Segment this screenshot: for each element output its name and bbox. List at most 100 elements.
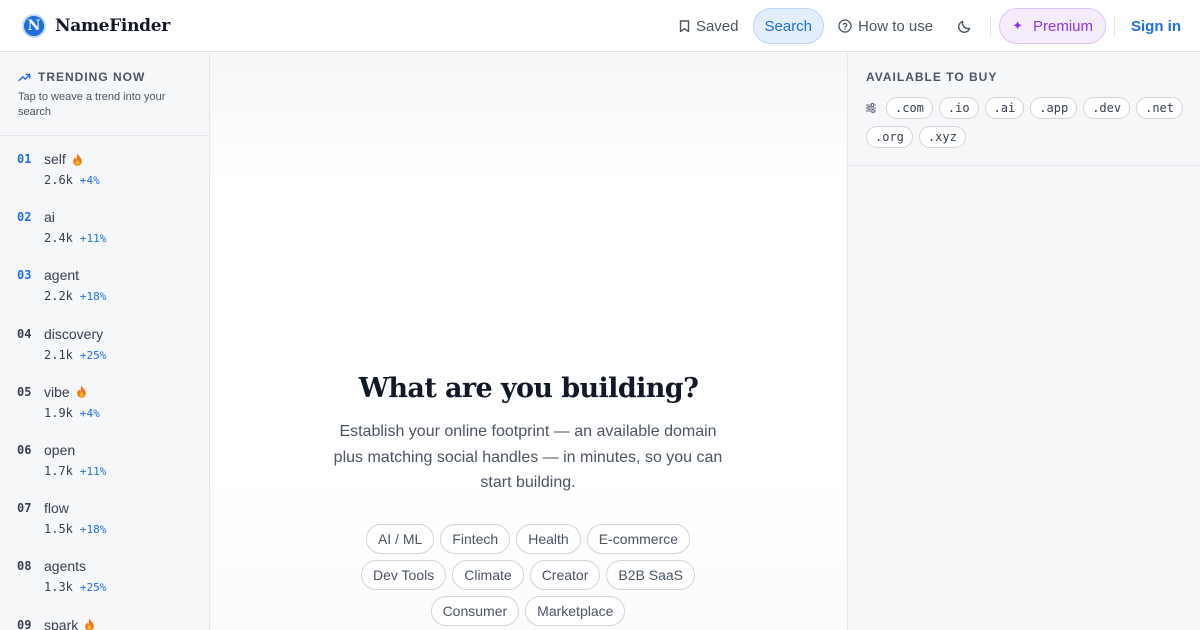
bookmark-icon — [679, 19, 690, 33]
category-chip[interactable]: Fintech — [440, 524, 511, 554]
category-chip[interactable]: Dev Tools — [361, 560, 447, 590]
trend-meta: 1.7k +11% — [44, 464, 106, 478]
trend-word-label: flow — [44, 500, 69, 517]
page-description: Establish your online footprint — an ava… — [333, 423, 723, 491]
nav-divider — [990, 15, 992, 37]
sparkle-icon: ✦ — [1012, 18, 1023, 33]
search-label: Search — [764, 17, 813, 35]
main-content: What are you building? Establish your on… — [210, 53, 847, 630]
trend-item[interactable]: 02 ai 2.4k +11% — [0, 194, 209, 252]
tld-chip[interactable]: .org — [866, 126, 913, 148]
saved-label: Saved — [695, 17, 739, 35]
top-header: N NameFinder Saved Search How to use ✦ P… — [0, 0, 1200, 52]
trend-rank: 01 — [17, 152, 32, 166]
trend-rank: 03 — [17, 268, 32, 283]
trend-meta: 1.9k +4% — [44, 406, 100, 420]
trend-word: discovery — [44, 326, 103, 342]
trend-count: 1.9k — [44, 405, 73, 420]
search-tab-button[interactable]: Search — [752, 8, 825, 44]
trend-word: agents — [44, 558, 86, 574]
trend-change: +25% — [79, 581, 107, 595]
brand-name: NameFinder — [55, 16, 170, 36]
trend-item[interactable]: 07 flow 1.5k +18% — [0, 485, 209, 543]
trend-rank: 06 — [17, 442, 32, 457]
trend-item[interactable]: 08 agents 1.3k +25% — [0, 543, 209, 601]
how-to-use-button[interactable]: How to use — [826, 8, 945, 44]
premium-button[interactable]: ✦ Premium — [999, 8, 1106, 44]
trend-word-label: self — [44, 151, 66, 167]
trending-subtitle: Tap to weave a trend into your search — [18, 91, 166, 118]
trend-rank: 09 — [17, 617, 32, 630]
trend-item[interactable]: 01 self 2.6k +4% — [0, 136, 209, 194]
trending-sidebar: TRENDING NOW Tap to weave a trend into y… — [0, 53, 210, 630]
trend-rank: 07 — [17, 501, 32, 516]
sign-in-label: Sign in — [1131, 17, 1181, 35]
tld-chip[interactable]: .xyz — [918, 126, 966, 148]
trend-rank: 02 — [17, 210, 32, 225]
trend-rank: 05 — [17, 384, 32, 399]
trend-item[interactable]: 05 vibe 1.9k +4% — [0, 369, 209, 427]
how-to-use-label: How to use — [858, 17, 934, 35]
trend-count: 1.7k — [44, 463, 73, 478]
tld-chip[interactable]: .net — [1136, 97, 1183, 119]
tld-chip[interactable]: .dev — [1083, 97, 1131, 119]
category-chip[interactable]: Creator — [529, 560, 601, 590]
category-chip[interactable]: AI / ML — [365, 524, 435, 554]
tld-chip[interactable]: .com — [886, 97, 933, 119]
tld-chip[interactable]: .io — [938, 97, 979, 119]
trend-item[interactable]: 04 discovery 2.1k +25% — [0, 311, 209, 369]
trend-change: +25% — [79, 348, 107, 362]
trending-up-icon — [18, 73, 31, 82]
category-chip[interactable]: Climate — [452, 560, 524, 590]
trend-rank: 04 — [17, 326, 32, 341]
trend-meta: 1.3k +25% — [44, 580, 106, 594]
tld-filter-list: .com .io .ai .app .dev .net .org .xyz — [866, 97, 1186, 148]
fire-icon — [72, 153, 83, 166]
available-title: AVAILABLE TO BUY — [866, 70, 998, 84]
sliders-icon[interactable] — [866, 103, 876, 113]
category-chip[interactable]: B2B SaaS — [606, 560, 695, 590]
trend-word-label: discovery — [44, 325, 104, 342]
trend-item[interactable]: 06 open 1.7k +11% — [0, 427, 209, 485]
trend-change: +11% — [79, 232, 107, 246]
trend-count: 2.6k — [44, 173, 73, 187]
moon-icon — [957, 19, 972, 34]
help-circle-icon — [838, 19, 852, 33]
trend-meta: 1.5k +18% — [44, 522, 106, 536]
category-chip[interactable]: Consumer — [430, 596, 520, 626]
trend-count: 1.3k — [44, 580, 73, 595]
trend-count: 1.5k — [44, 522, 73, 537]
trend-item[interactable]: 03 agent 2.2k +18% — [0, 252, 209, 310]
tld-chip[interactable]: .ai — [984, 97, 1025, 119]
available-panel: AVAILABLE TO BUY .com .io .ai .app .dev .net.… — [847, 53, 1200, 630]
trend-word-label: vibe — [44, 383, 70, 400]
trend-change: +4% — [79, 174, 100, 187]
fire-icon — [76, 385, 87, 398]
theme-toggle-button[interactable] — [947, 8, 982, 44]
category-chip[interactable]: E-commerce — [586, 524, 691, 554]
trend-word: self — [44, 151, 83, 167]
premium-label: Premium — [1032, 17, 1093, 35]
trend-word-label: agent — [44, 267, 80, 284]
tld-chip[interactable]: .app — [1030, 97, 1078, 119]
trend-change: +18% — [79, 523, 107, 537]
page-title: What are you building? — [358, 373, 699, 404]
brand[interactable]: N NameFinder — [22, 14, 170, 38]
sign-in-button[interactable]: Sign in — [1123, 8, 1184, 44]
trend-item[interactable]: 09 spark — [0, 602, 209, 630]
saved-button[interactable]: Saved — [667, 8, 751, 44]
trend-count: 2.1k — [44, 347, 73, 362]
trend-word: spark — [44, 617, 95, 630]
trend-change: +4% — [79, 406, 100, 420]
trend-word-label: spark — [44, 616, 79, 630]
trend-change: +11% — [79, 464, 107, 478]
trending-title-row: TRENDING NOW — [18, 70, 191, 84]
brand-logo: N — [22, 14, 46, 38]
trend-meta: 2.2k +18% — [44, 289, 106, 303]
trend-count: 2.2k — [44, 289, 73, 304]
category-chip[interactable]: Marketplace — [525, 596, 626, 626]
category-chip[interactable]: Health — [516, 524, 581, 554]
trend-rank: 08 — [17, 559, 32, 574]
category-chips: AI / ML Fintech Health E-commerce Dev Tools C… — [348, 524, 708, 626]
trending-list: 01 self 2.6k +4% 02 ai 2.4k +11% 03 agent 2.2k +18%… — [0, 136, 209, 630]
